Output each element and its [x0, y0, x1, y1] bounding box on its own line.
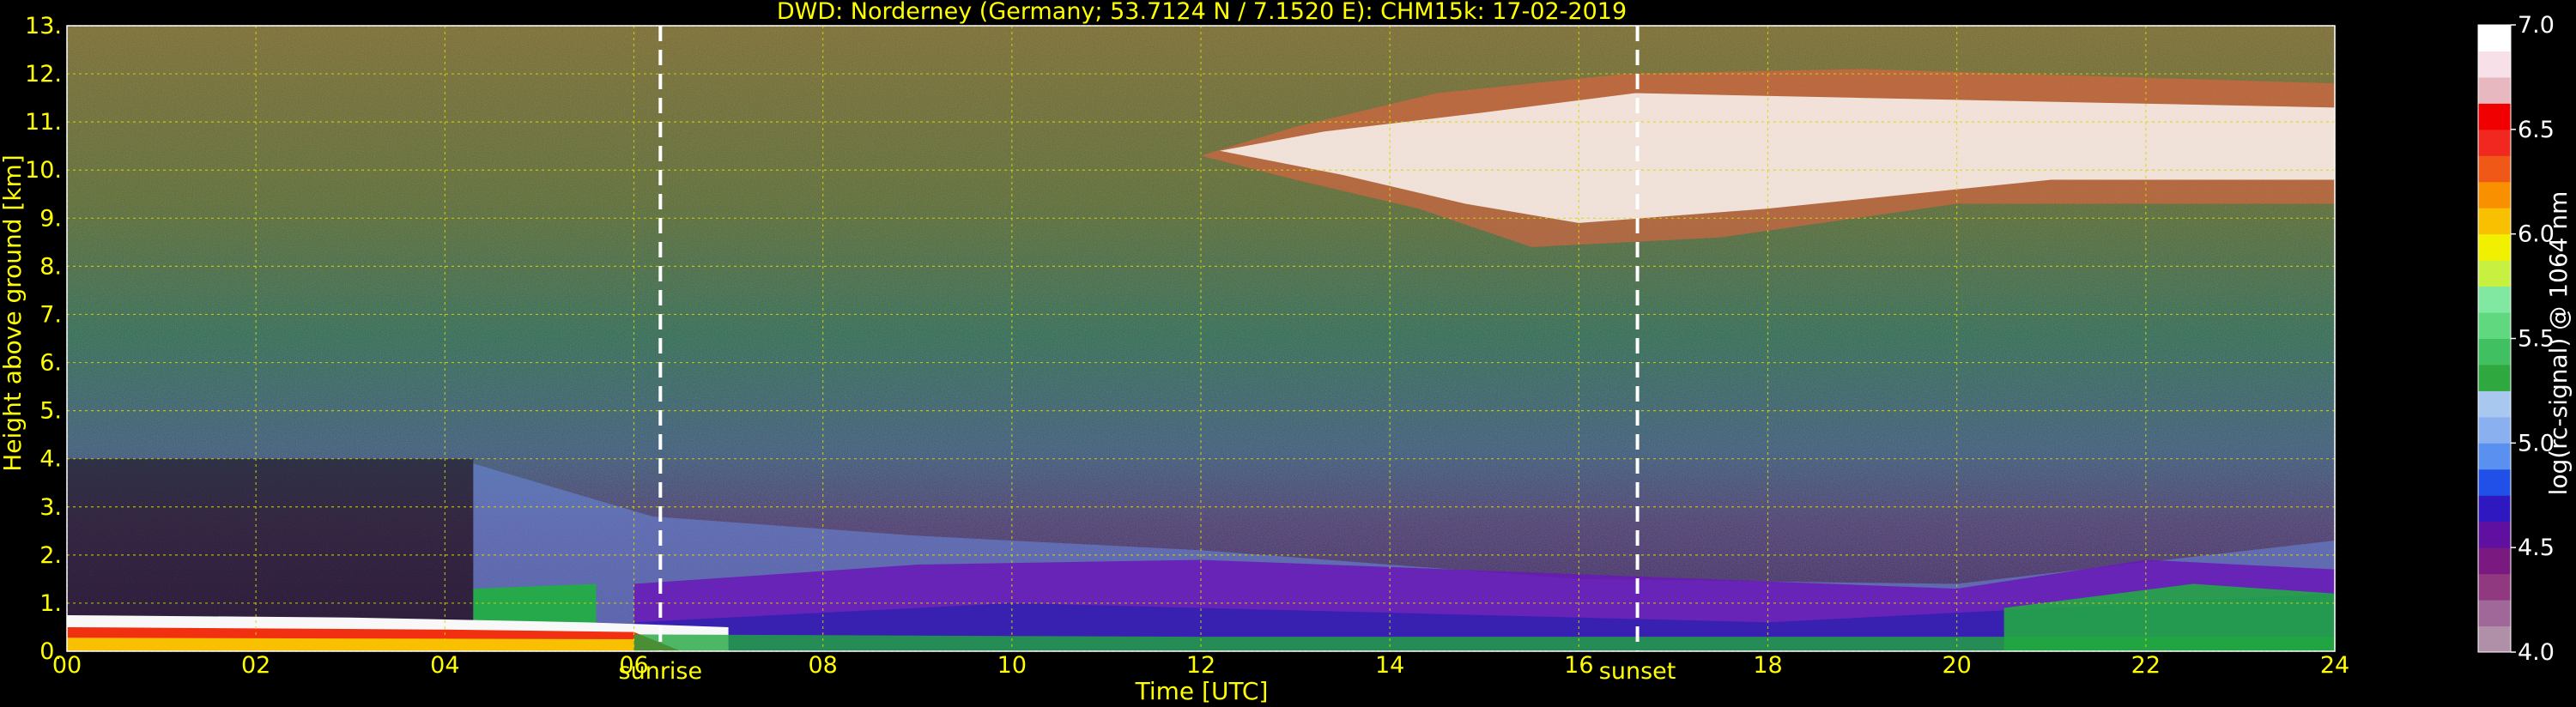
y-axis-ticks: 0.1.2.3.4.5.6.7.8.9.10.11.12.13. — [25, 13, 62, 665]
colorbar-tick-label: 4.0 — [2518, 639, 2555, 666]
colorbar-segment — [2478, 468, 2511, 496]
chart-title: DWD: Norderney (Germany; 53.7124 N / 7.1… — [777, 0, 1627, 25]
y-tick-label: 4. — [39, 446, 62, 473]
y-tick-label: 9. — [39, 205, 62, 232]
ceilometer-chart: sunrise sunset 0.1.2.3.4.5.6.7.8.9.10.11.… — [0, 0, 2573, 705]
colorbar-segment — [2478, 76, 2511, 104]
x-tick-label: 08 — [808, 652, 837, 679]
marker-label-sunset: sunset — [1599, 658, 1676, 685]
colorbar-segment — [2478, 181, 2511, 208]
x-tick-label: 20 — [1942, 652, 1971, 679]
colorbar-segment — [2478, 103, 2511, 130]
x-tick-label: 04 — [430, 652, 459, 679]
colorbar-tick-label: 4.5 — [2518, 535, 2555, 561]
colorbar-segment — [2478, 390, 2511, 418]
y-tick-label: 3. — [39, 494, 62, 521]
x-tick-label: 22 — [2131, 652, 2161, 679]
colorbar-segment — [2478, 51, 2511, 78]
colorbar-segment — [2478, 547, 2511, 575]
x-tick-label: 00 — [52, 652, 82, 679]
colorbar-tick-label: 6.5 — [2518, 117, 2555, 143]
y-tick-label: 8. — [39, 253, 62, 280]
colorbar-segment — [2478, 286, 2511, 313]
surface-green-layer — [633, 634, 2335, 651]
colorbar-segment — [2478, 260, 2511, 287]
y-tick-label: 2. — [39, 542, 62, 569]
x-tick-label: 12 — [1186, 652, 1215, 679]
x-tick-label: 02 — [241, 652, 270, 679]
colorbar-segment — [2478, 364, 2511, 391]
colorbar-segment — [2478, 573, 2511, 601]
colorbar-segment — [2478, 155, 2511, 183]
colorbar-segment — [2478, 600, 2511, 627]
y-axis-label: Height above ground [km] — [0, 154, 27, 472]
y-tick-label: 5. — [39, 398, 62, 425]
colorbar-segment — [2478, 443, 2511, 470]
y-tick-label: 10. — [25, 157, 62, 184]
colorbar-segment — [2478, 338, 2511, 366]
colorbar-label: log(rc-signal) @ 1064 nm — [2544, 191, 2573, 496]
x-tick-label: 10 — [997, 652, 1027, 679]
y-tick-label: 13. — [25, 13, 62, 39]
x-tick-label: 18 — [1753, 652, 1782, 679]
colorbar-segment — [2478, 416, 2511, 444]
x-tick-label: 16 — [1564, 652, 1593, 679]
surface-yellow-layer — [67, 638, 634, 651]
x-tick-label: 24 — [2320, 652, 2349, 679]
y-tick-label: 12. — [25, 61, 62, 88]
x-tick-label: 14 — [1375, 652, 1404, 679]
colorbar-segment — [2478, 521, 2511, 548]
colorbar-segment — [2478, 25, 2511, 51]
y-tick-label: 7. — [39, 301, 62, 328]
y-tick-label: 1. — [39, 590, 62, 617]
colorbar — [2477, 24, 2512, 653]
colorbar-segment — [2478, 233, 2511, 261]
colorbar-segment — [2478, 312, 2511, 339]
x-tick-label: 06 — [619, 652, 648, 679]
colorbar-segment — [2478, 208, 2511, 235]
y-tick-label: 6. — [39, 350, 62, 377]
y-tick-label: 11. — [25, 109, 62, 136]
x-axis-label: Time [UTC] — [1135, 677, 1269, 705]
colorbar-tick-label: 7.0 — [2518, 12, 2555, 39]
colorbar-segment — [2478, 129, 2511, 156]
x-axis-ticks: 00 02 04 06 08 10 12 14 16 18 20 22 24 — [52, 652, 2349, 679]
colorbar-segment — [2478, 495, 2511, 523]
colorbar-segment — [2478, 625, 2511, 653]
